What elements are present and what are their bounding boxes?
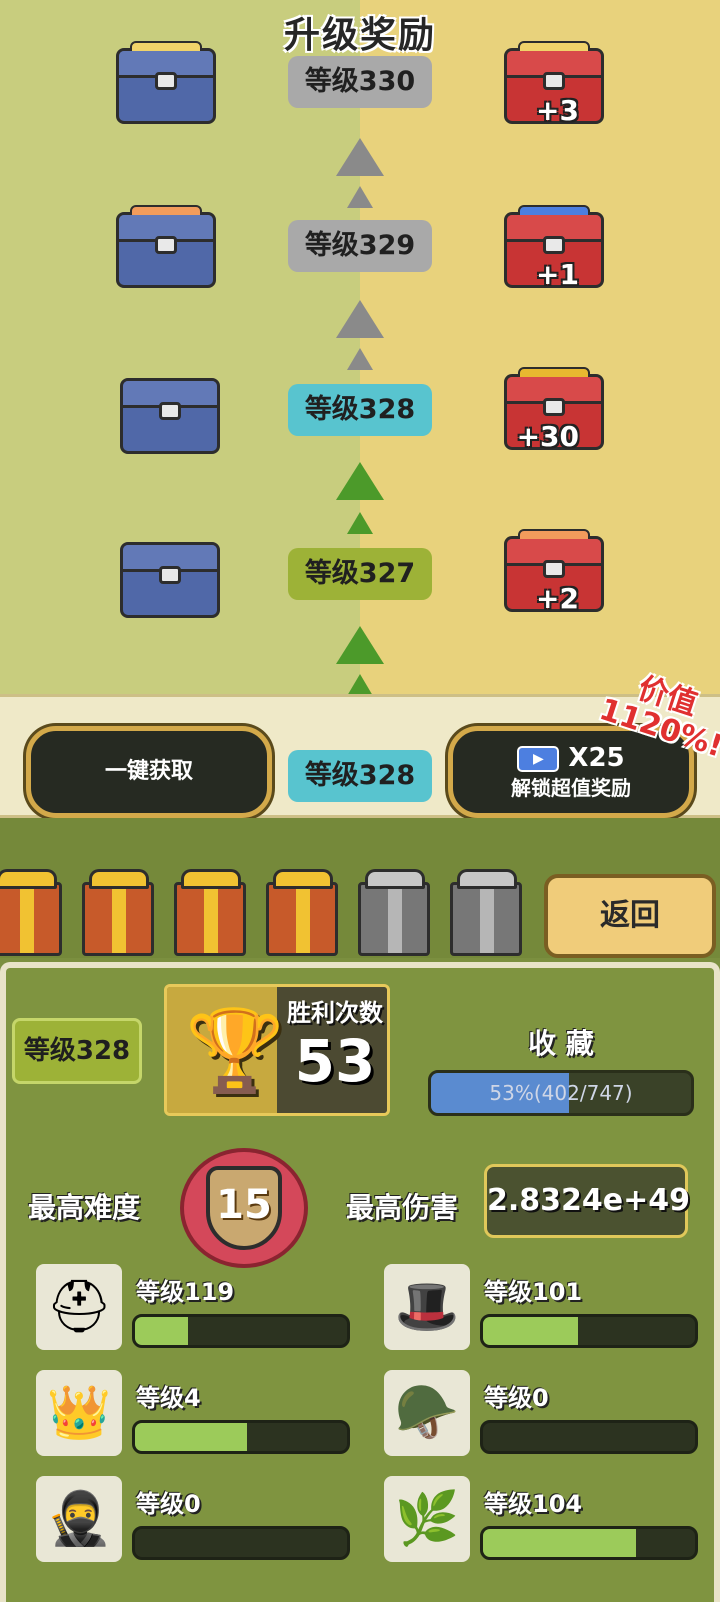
lock-icon (159, 402, 181, 420)
trophy-icon: 🏆 (185, 1004, 285, 1097)
equipment-progress-fill (135, 1317, 188, 1345)
hood-icon: 🥷 (46, 1489, 112, 1549)
progress-arrow-icon (336, 462, 384, 500)
lock-icon (159, 566, 181, 584)
current-level-pill: 等级328 (288, 750, 432, 802)
lock-icon (543, 72, 565, 90)
equipment-level: 等级104 (484, 1490, 583, 1518)
progress-arrow-icon (347, 348, 373, 370)
collection-progress-bar: 53%(402/747) (428, 1070, 694, 1116)
lock-icon (155, 236, 177, 254)
leaf-hood-icon: 🌿 (394, 1489, 460, 1549)
page-title: 升级奖励 (283, 15, 436, 56)
max-damage-value: 2.8324e+49 (484, 1164, 690, 1238)
level-pill-330: 等级330 (288, 56, 432, 108)
max-difficulty-value: 15 (206, 1166, 282, 1250)
bow-icon (273, 869, 333, 889)
equipment-level: 等级0 (136, 1490, 201, 1518)
equipment-level: 等级4 (136, 1384, 201, 1412)
equipment-slot[interactable]: 🪖 (384, 1370, 470, 1456)
progress-arrow-icon (347, 674, 373, 696)
free-reward-chest-327[interactable] (120, 542, 220, 618)
lock-icon (543, 236, 565, 254)
equipment-slot[interactable]: ⛑ (36, 1264, 122, 1350)
premium-reward-chest-327[interactable]: +2 (504, 529, 604, 615)
back-button[interactable]: 返回 (544, 874, 716, 958)
bow-icon (181, 869, 241, 889)
reward-count: +30 (516, 420, 579, 453)
max-damage-label: 最高伤害 (346, 1191, 459, 1224)
equipment-level: 等级0 (484, 1384, 549, 1412)
progress-arrow-icon (336, 626, 384, 664)
collection-label: 收 藏 (528, 1027, 594, 1060)
equipment-slot[interactable]: 🥷 (36, 1476, 122, 1562)
equipment-progress-fill (483, 1317, 579, 1345)
equipment-progress-fill (483, 1529, 636, 1557)
premium-reward-chest-330[interactable]: +3 (504, 41, 604, 127)
gift-box-opened[interactable] (0, 869, 62, 956)
progress-arrow-icon (336, 138, 384, 176)
equipment-slot[interactable]: 🌿 (384, 1476, 470, 1562)
equipment-progress-bar (132, 1526, 350, 1560)
gift-box-opened[interactable] (174, 869, 246, 956)
helmet-icon: ⛑ (45, 1277, 112, 1337)
claim-all-button[interactable]: 一键获取 (26, 726, 272, 818)
equipment-progress-fill (135, 1423, 248, 1451)
reward-count: +3 (536, 94, 579, 127)
reward-count: +2 (536, 582, 579, 615)
leather-cap-icon: 🪖 (394, 1383, 460, 1443)
free-reward-chest-328[interactable] (120, 378, 220, 454)
progress-arrow-icon (347, 186, 373, 208)
bow-icon (457, 869, 517, 889)
gift-box-locked[interactable] (358, 869, 430, 956)
video-icon: ▶ (517, 745, 560, 772)
crown-icon: 👑 (46, 1383, 112, 1443)
max-difficulty-label: 最高难度 (28, 1191, 141, 1224)
gift-box-opened[interactable] (82, 869, 154, 956)
equipment-slot[interactable]: 🎩 (384, 1264, 470, 1350)
gift-box-opened[interactable] (266, 869, 338, 956)
player-level: 等级328 (12, 1018, 142, 1084)
lock-icon (543, 560, 565, 578)
progress-arrow-icon (336, 300, 384, 338)
free-reward-chest-329[interactable] (116, 205, 216, 288)
premium-reward-chest-328[interactable]: +30 (504, 367, 604, 453)
wizard-hat-icon: 🎩 (394, 1277, 460, 1337)
equipment-progress-bar (480, 1526, 698, 1560)
equipment-progress-bar (132, 1314, 350, 1348)
wins-card: 🏆 胜利次数 53 (164, 984, 390, 1116)
level-pill-327: 等级327 (288, 548, 432, 600)
lock-icon (543, 398, 565, 416)
lock-icon (155, 72, 177, 90)
equipment-progress-bar (480, 1420, 698, 1454)
bow-icon (365, 869, 425, 889)
collection-progress-text: 53%(402/747) (489, 1081, 633, 1105)
premium-reward-chest-329[interactable]: +1 (504, 205, 604, 291)
equipment-progress-bar (480, 1314, 698, 1348)
unlock-label: 解锁超值奖励 (511, 776, 631, 800)
wins-value: 53 (294, 1027, 376, 1095)
reward-count: +1 (536, 258, 579, 291)
bow-icon (0, 869, 57, 889)
bow-icon (89, 869, 149, 889)
gift-box-locked[interactable] (450, 869, 522, 956)
equipment-slot[interactable]: 👑 (36, 1370, 122, 1456)
level-pill-329: 等级329 (288, 220, 432, 272)
equipment-level: 等级119 (136, 1278, 235, 1306)
equipment-level: 等级101 (484, 1278, 583, 1306)
progress-arrow-icon (347, 512, 373, 534)
level-pill-328: 等级328 (288, 384, 432, 436)
free-reward-chest-330[interactable] (116, 41, 216, 124)
equipment-progress-bar (132, 1420, 350, 1454)
wins-label: 胜利次数 (287, 999, 383, 1027)
